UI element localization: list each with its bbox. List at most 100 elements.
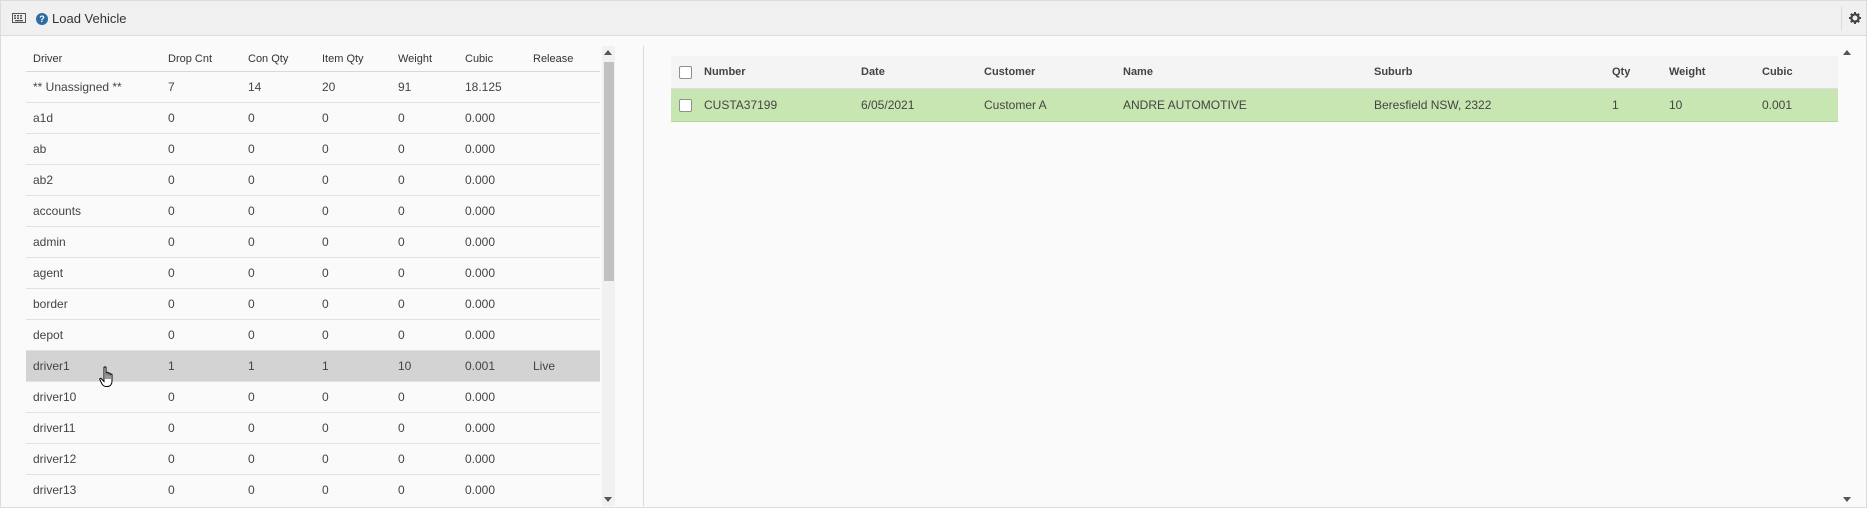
drivers-scrollbar[interactable] <box>602 46 615 506</box>
col-header-weight[interactable]: Weight <box>391 46 458 72</box>
con-qty: 0 <box>241 195 315 227</box>
consignment-suburb: Beresfield NSW, 2322 <box>1366 88 1604 122</box>
cubic: 0.000 <box>458 195 526 227</box>
con-qty: 0 <box>241 288 315 320</box>
consignment-name: ANDRE AUTOMOTIVE <box>1115 88 1366 122</box>
col-header-date[interactable]: Date <box>853 56 976 89</box>
consignments-scrollbar[interactable] <box>1841 46 1854 506</box>
item-qty: 0 <box>315 133 391 165</box>
help-icon[interactable]: ? <box>36 13 48 25</box>
release <box>526 195 600 227</box>
col-header-con-qty[interactable]: Con Qty <box>241 46 315 72</box>
release <box>526 443 600 475</box>
col-header-driver[interactable]: Driver <box>26 46 161 72</box>
col-header-release[interactable]: Release <box>526 46 600 72</box>
driver-row[interactable]: accounts 0 0 0 0 0.000 <box>26 195 600 227</box>
driver-row[interactable]: ab2 0 0 0 0 0.000 <box>26 164 600 196</box>
col-header-number[interactable]: Number <box>696 56 853 89</box>
weight: 0 <box>391 257 458 289</box>
release <box>526 288 600 320</box>
release <box>526 133 600 165</box>
col-header-cubic[interactable]: Cubic <box>458 46 526 72</box>
cubic: 0.000 <box>458 133 526 165</box>
drop-cnt: 0 <box>161 195 241 227</box>
col-header-drop-cnt[interactable]: Drop Cnt <box>161 46 241 72</box>
item-qty: 0 <box>315 102 391 134</box>
drop-cnt: 0 <box>161 381 241 413</box>
load-vehicle-panel: ? Load Vehicle Driver Drop Cnt Con Qty I… <box>0 0 1867 508</box>
scroll-down-arrow-icon[interactable] <box>1843 497 1851 502</box>
drop-cnt: 0 <box>161 412 241 444</box>
release <box>526 319 600 351</box>
con-qty: 0 <box>241 133 315 165</box>
item-qty: 0 <box>315 164 391 196</box>
release <box>526 226 600 258</box>
drop-cnt: 1 <box>161 350 241 382</box>
consignment-cubic: 0.001 <box>1754 88 1838 122</box>
driver-row[interactable]: admin 0 0 0 0 0.000 <box>26 226 600 258</box>
col-header-qty[interactable]: Qty <box>1604 56 1661 89</box>
weight: 91 <box>391 71 458 103</box>
release <box>526 474 600 504</box>
driver-row[interactable]: ** Unassigned ** 7 14 20 91 18.125 <box>26 71 600 103</box>
release <box>526 164 600 196</box>
cubic: 0.000 <box>458 257 526 289</box>
col-header-weight[interactable]: Weight <box>1661 56 1754 89</box>
driver-name: driver12 <box>26 443 161 475</box>
consignment-weight: 10 <box>1661 88 1754 122</box>
release-status: Live <box>526 350 600 382</box>
driver-name: accounts <box>26 195 161 227</box>
cubic: 0.000 <box>458 412 526 444</box>
col-header-suburb[interactable]: Suburb <box>1366 56 1604 89</box>
select-all-checkbox[interactable] <box>679 65 692 79</box>
item-qty: 20 <box>315 71 391 103</box>
gear-icon <box>1849 12 1861 24</box>
keyboard-icon[interactable] <box>12 13 26 23</box>
weight: 0 <box>391 443 458 475</box>
driver-row[interactable]: driver12 0 0 0 0 0.000 <box>26 443 600 475</box>
cubic: 0.000 <box>458 474 526 504</box>
settings-button[interactable] <box>1841 6 1867 31</box>
consignment-row[interactable]: CUSTA37199 6/05/2021 Customer A ANDRE AU… <box>671 88 1838 122</box>
drop-cnt: 0 <box>161 226 241 258</box>
driver-row[interactable]: ab 0 0 0 0 0.000 <box>26 133 600 165</box>
driver-row[interactable]: a1d 0 0 0 0 0.000 <box>26 102 600 134</box>
weight: 0 <box>391 319 458 351</box>
cubic: 0.000 <box>458 381 526 413</box>
driver-row[interactable]: border 0 0 0 0 0.000 <box>26 288 600 320</box>
page-title: Load Vehicle <box>52 11 127 26</box>
con-qty: 1 <box>241 350 315 382</box>
driver-row[interactable]: agent 0 0 0 0 0.000 <box>26 257 600 289</box>
col-header-cubic[interactable]: Cubic <box>1754 56 1838 89</box>
driver-name: agent <box>26 257 161 289</box>
driver-name: driver11 <box>26 412 161 444</box>
con-qty: 0 <box>241 474 315 504</box>
consignment-number: CUSTA37199 <box>696 88 853 122</box>
col-header-item-qty[interactable]: Item Qty <box>315 46 391 72</box>
drop-cnt: 0 <box>161 164 241 196</box>
panel-header: ? Load Vehicle <box>1 1 1866 36</box>
driver-row[interactable]: driver11 0 0 0 0 0.000 <box>26 412 600 444</box>
release <box>526 71 600 103</box>
driver-name: depot <box>26 319 161 351</box>
driver-row[interactable]: depot 0 0 0 0 0.000 <box>26 319 600 351</box>
scrollbar-thumb[interactable] <box>604 62 614 281</box>
panel-divider <box>643 46 644 506</box>
col-header-name[interactable]: Name <box>1115 56 1366 89</box>
weight: 0 <box>391 288 458 320</box>
con-qty: 0 <box>241 164 315 196</box>
weight: 0 <box>391 164 458 196</box>
driver-name: driver1 <box>26 350 161 382</box>
con-qty: 0 <box>241 412 315 444</box>
drivers-table: Driver Drop Cnt Con Qty Item Qty Weight … <box>26 46 600 504</box>
cubic: 0.000 <box>458 443 526 475</box>
con-qty: 0 <box>241 443 315 475</box>
cubic: 18.125 <box>458 71 526 103</box>
col-header-customer[interactable]: Customer <box>976 56 1115 89</box>
scroll-down-arrow-icon[interactable] <box>604 497 612 502</box>
scroll-up-arrow-icon[interactable] <box>1843 50 1851 55</box>
row-checkbox[interactable] <box>679 99 692 113</box>
scroll-up-arrow-icon[interactable] <box>604 50 612 55</box>
consignments-table-container: Number Date Customer Name Suburb Qty Wei… <box>671 56 1838 496</box>
driver-row[interactable]: driver13 0 0 0 0 0.000 <box>26 474 600 504</box>
